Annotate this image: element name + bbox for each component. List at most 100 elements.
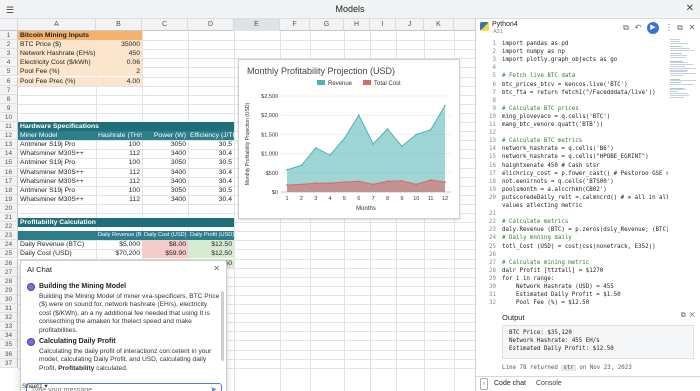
code-line[interactable]: daly.Revenue (BTC) = p.zeros(dsly_Revenu… — [502, 227, 668, 233]
undo-icon[interactable]: ↶ — [633, 23, 643, 33]
row-header[interactable]: 26 — [0, 258, 18, 268]
code-comment[interactable]: # Calculate metrics — [502, 219, 568, 225]
table-cell[interactable]: 100 — [96, 186, 142, 195]
hardware-specs-header[interactable]: Hardware Specifications — [18, 122, 234, 131]
code-line[interactable]: ming_plovevaco = q.cells('BTC') — [502, 114, 610, 120]
miner-model-cell[interactable]: Whatsminer M30S++ — [18, 177, 96, 186]
code-line[interactable]: network_hashrate = q.cells('B6') — [502, 146, 614, 152]
code-line[interactable]: Pool Fee (%) = $12.50 — [502, 300, 589, 306]
column-header[interactable]: A — [18, 19, 96, 31]
copy-icon[interactable]: ⧉ — [621, 23, 631, 33]
miner-model-cell[interactable]: Antminer S19j Pro — [18, 158, 96, 167]
code-line[interactable]: not.eenirnots = q.cells('BTS00') — [502, 179, 614, 185]
row-header[interactable]: 10 — [0, 112, 18, 122]
code-line[interactable]: putscoredeDaily_relt =.calmncrd() # ∞ al… — [502, 195, 668, 201]
input-value[interactable]: 35000 — [96, 40, 142, 50]
code-line[interactable]: poolsmonth = a.alccrhkh(CB02') — [502, 187, 607, 193]
code-line[interactable]: totl_Cost (USD) = cost(css(nonetrack, E3… — [502, 244, 656, 250]
code-line[interactable]: dalr Profit [ttztall] = $1270 — [502, 268, 603, 274]
row-header[interactable]: 8 — [0, 94, 18, 104]
row-header[interactable]: 14 — [0, 149, 18, 159]
column-header[interactable]: I — [370, 19, 396, 31]
row-header[interactable]: 29 — [0, 285, 18, 295]
table-cell[interactable]: 112 — [96, 177, 142, 186]
row-header[interactable]: 31 — [0, 304, 18, 314]
code-line[interactable]: Network Hashrate (USD) = 455 — [502, 284, 614, 290]
chat-scrollbar[interactable] — [221, 291, 224, 361]
row-header[interactable]: 2 — [0, 40, 18, 50]
column-label[interactable]: Daily Cost (USD) — [142, 231, 188, 241]
bitcoin-inputs-header[interactable]: Bitcoin Mining Inputs — [18, 31, 142, 40]
code-line[interactable]: values atlecting metric — [502, 203, 582, 209]
column-header[interactable]: B — [96, 19, 142, 31]
row-header[interactable]: 35 — [0, 340, 18, 350]
table-cell[interactable]: 30.5 — [188, 158, 234, 167]
profitability-chart[interactable]: Monthly Profitability Projection (USD) $… — [238, 59, 460, 219]
table-cell[interactable]: 30.4 — [188, 168, 234, 177]
input-value[interactable]: 4.00 — [96, 76, 142, 86]
code-line[interactable]: btc_fta = return fetch1("/Facedddata/liv… — [502, 90, 656, 96]
cost-cell[interactable]: $59.90 — [142, 249, 188, 259]
row-header[interactable]: 24 — [0, 240, 18, 250]
row-header[interactable]: 16 — [0, 167, 18, 177]
profit-cell[interactable]: $12.50 — [188, 249, 234, 259]
chevron-right-icon[interactable]: › — [480, 378, 488, 390]
close-icon[interactable]: ✕ — [686, 3, 694, 14]
table-cell[interactable]: 30.5 — [188, 140, 234, 149]
copy-icon[interactable]: ⧉ — [675, 23, 685, 33]
miner-model-cell[interactable]: Antminer S19j Pro — [18, 140, 96, 149]
row-header[interactable]: 7 — [0, 85, 18, 95]
chat-input-box[interactable]: ➤ — [26, 383, 222, 391]
table-cell[interactable]: 30.4 — [188, 195, 234, 204]
row-header[interactable]: 20 — [0, 203, 18, 213]
chat-input[interactable] — [27, 384, 207, 391]
close-icon[interactable]: ✕ — [690, 312, 695, 319]
row-header[interactable]: 17 — [0, 176, 18, 186]
row-header[interactable]: 15 — [0, 158, 18, 168]
code-line[interactable]: btc_prices_btcv = kencos.live('BTC') — [502, 82, 628, 88]
code-line[interactable]: import plotly.graph_objects as go — [502, 57, 617, 63]
table-cell[interactable]: 3400 — [142, 149, 188, 158]
code-comment[interactable]: # Calculate BTC metrics — [502, 138, 582, 144]
input-value[interactable]: 2 — [96, 67, 142, 77]
code-line[interactable]: network_hashrate = q.cells("HPOBE_EGRINT… — [502, 154, 649, 160]
table-cell[interactable]: 100 — [96, 140, 142, 149]
code-line[interactable]: haightxenate 450 # Cash stsr — [502, 163, 600, 169]
column-header[interactable]: G — [310, 19, 344, 31]
row-header[interactable]: 12 — [0, 131, 18, 141]
miner-model-cell[interactable]: Antminer S19j Pro — [18, 186, 96, 195]
row-header[interactable]: 23 — [0, 231, 18, 241]
column-label[interactable]: Daily Revenue (BTC) — [96, 231, 142, 241]
row-header[interactable]: 1 — [0, 31, 18, 41]
column-label[interactable]: Hashrate (TH/s) — [96, 131, 142, 141]
column-label[interactable]: Miner Model — [18, 131, 96, 141]
table-cell[interactable]: 3400 — [142, 177, 188, 186]
code-line[interactable]: mang_btc_venore.quatt('BTB')) — [502, 122, 603, 128]
cost-cell[interactable]: $8.00 — [142, 240, 188, 250]
close-icon[interactable]: ✕ — [687, 23, 697, 33]
row-header[interactable]: 5 — [0, 67, 18, 77]
table-cell[interactable]: 3050 — [142, 186, 188, 195]
input-value[interactable]: 450 — [96, 49, 142, 59]
row-label[interactable]: Daily Revenue (BTC) — [18, 240, 96, 249]
row-header[interactable]: 3 — [0, 49, 18, 59]
column-header[interactable]: E — [234, 19, 280, 31]
kernel-name[interactable]: Python4 — [492, 21, 518, 28]
table-cell[interactable]: 112 — [96, 168, 142, 177]
row-label[interactable]: Daily Cost (USD) — [18, 249, 96, 258]
row-header[interactable]: 22 — [0, 222, 18, 232]
row-header[interactable]: 33 — [0, 322, 18, 332]
send-icon[interactable]: ➤ — [210, 385, 217, 391]
row-header[interactable]: 25 — [0, 249, 18, 259]
run-button[interactable]: ▶ — [647, 22, 659, 34]
table-cell[interactable]: 30.5 — [188, 186, 234, 195]
column-header[interactable]: F — [280, 19, 310, 31]
tab-code-chat[interactable]: Code chat — [494, 380, 526, 387]
column-header[interactable]: D — [188, 19, 234, 31]
row-header[interactable]: 21 — [0, 213, 18, 223]
column-label[interactable]: Efficiency (J/TH) — [188, 131, 234, 141]
row-header[interactable]: 34 — [0, 331, 18, 341]
minimap[interactable] — [669, 39, 697, 99]
column-header[interactable]: K — [424, 19, 454, 31]
row-header[interactable]: 37 — [0, 358, 18, 368]
